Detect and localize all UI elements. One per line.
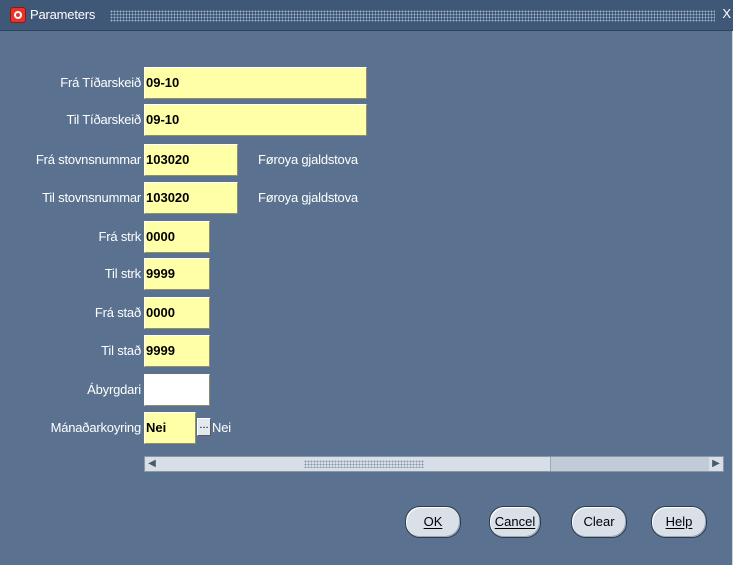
scroll-grip	[304, 460, 424, 468]
to-institution-field[interactable]: 103020	[144, 182, 238, 214]
from-period-field[interactable]: 09-10	[144, 67, 367, 99]
label-to-strk: Til strk	[104, 266, 141, 281]
label-responsible: Ábyrgdari	[87, 382, 141, 397]
label-from-strk: Frá strk	[98, 229, 142, 244]
to-place-field[interactable]: 9999	[144, 335, 210, 367]
monthly-run-field[interactable]: Nei	[144, 412, 196, 444]
to-period-field[interactable]: 09-10	[144, 104, 367, 136]
label-from-period: Frá Tíðarskeið	[60, 75, 141, 90]
oracle-app-icon	[10, 7, 26, 23]
monthly-run-description: Nei	[212, 420, 231, 435]
parameters-window: Parameters X Frá Tíðarskeið 09-10 Til Tí…	[0, 0, 733, 565]
cancel-button[interactable]: Cancel	[489, 506, 541, 538]
help-button[interactable]: Help	[651, 506, 707, 538]
scroll-right-arrow-icon[interactable]: ▶	[709, 457, 723, 471]
label-from-institution: Frá stovnsnummar	[35, 152, 141, 167]
scroll-left-arrow-icon[interactable]: ◀	[145, 457, 159, 471]
title-bar-grip	[110, 10, 715, 22]
responsible-field[interactable]	[144, 374, 210, 406]
window-title: Parameters	[30, 7, 96, 22]
from-institution-description: Føroya gjaldstova	[258, 152, 358, 167]
to-institution-description: Føroya gjaldstova	[258, 190, 358, 205]
horizontal-scrollbar[interactable]: ◀ ▶	[144, 456, 724, 472]
to-strk-field[interactable]: 9999	[144, 258, 210, 290]
label-to-place: Til stað	[101, 343, 141, 358]
from-strk-field[interactable]: 0000	[144, 221, 210, 253]
title-bar[interactable]: Parameters X	[0, 0, 733, 31]
label-to-institution: Til stovnsnummar	[42, 190, 141, 205]
close-icon[interactable]: X	[722, 6, 731, 21]
ok-button[interactable]: OK	[405, 506, 461, 538]
label-to-period: Til Tíðarskeið	[66, 112, 141, 127]
from-place-field[interactable]: 0000	[144, 297, 210, 329]
label-from-place: Frá stað	[94, 305, 141, 320]
label-monthly-run: Mánaðarkoyring	[50, 420, 142, 435]
clear-button[interactable]: Clear	[571, 506, 627, 538]
from-institution-field[interactable]: 103020	[144, 144, 238, 176]
list-of-values-button[interactable]: ...	[197, 418, 211, 436]
scroll-thumb[interactable]	[159, 457, 551, 471]
